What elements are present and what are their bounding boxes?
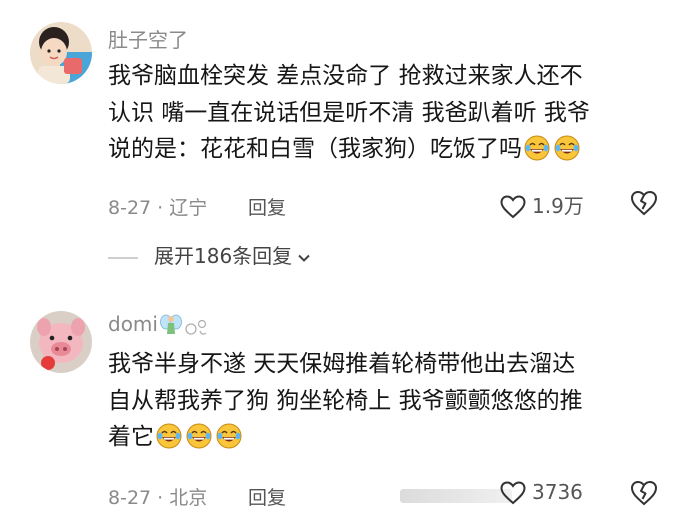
- dislike-button[interactable]: [630, 190, 658, 220]
- comment-text: 我爷脑血栓突发 差点没命了 抢救过来家人还不 认识 嘴一直在说话但是听不清 我爸…: [108, 58, 668, 168]
- divider: [108, 256, 138, 259]
- dislike-button[interactable]: [630, 480, 658, 510]
- comment-line: 认识 嘴一直在说话但是听不清 我爸趴着听 我爷: [108, 99, 590, 126]
- comment-location: 北京: [169, 487, 208, 509]
- username-text: domi: [108, 312, 158, 336]
- comment-list: 肚子空了 我爷脑血栓突发 差点没命了 抢救过来家人还不 认识 嘴一直在说话但是听…: [0, 0, 690, 519]
- comment-line: 说的是：花花和白雪（我家狗）吃饭了吗: [108, 131, 668, 168]
- broken-heart-icon: [630, 190, 658, 216]
- like-count: 1.9万: [532, 194, 584, 218]
- fairy-icon: [160, 314, 207, 335]
- laughing-tears-emoji: [524, 135, 550, 161]
- reply-button[interactable]: 回复: [248, 483, 286, 510]
- comment-line: 我爷脑血栓突发 差点没命了 抢救过来家人还不: [108, 63, 583, 89]
- comment-meta: 8-27 · 辽宁 回复: [108, 193, 286, 220]
- comment-line: 自从帮我养了狗 狗坐轮椅上 我爷颤颤悠悠的推: [108, 387, 583, 414]
- heart-icon: [500, 195, 526, 219]
- comment-line-text: 说的是：花花和白雪（我家狗）吃饭了吗: [108, 136, 522, 162]
- avatar[interactable]: [30, 311, 92, 373]
- comment-date: 8-27: [108, 197, 152, 219]
- laughing-tears-emoji: [554, 135, 580, 161]
- avatar-girl: [30, 22, 92, 84]
- comment-item: 肚子空了 我爷脑血栓突发 差点没命了 抢救过来家人还不 认识 嘴一直在说话但是听…: [0, 0, 690, 290]
- broken-heart-icon: [630, 480, 658, 506]
- chevron-down-icon: [298, 254, 310, 262]
- comment-date: 8-27: [108, 487, 152, 509]
- reply-button[interactable]: 回复: [248, 193, 286, 220]
- expand-replies-label: 展开186条回复: [154, 244, 293, 268]
- watermark: [400, 489, 512, 503]
- heart-icon: [500, 481, 526, 505]
- username[interactable]: 肚子空了: [108, 24, 188, 53]
- like-count: 3736: [532, 480, 583, 504]
- laughing-tears-emoji: [156, 423, 182, 449]
- comment-line: 我爷半身不遂 天天保姆推着轮椅带他出去溜达: [108, 351, 576, 377]
- avatar-pig: [30, 311, 92, 373]
- expand-replies-button[interactable]: 展开186条回复: [108, 240, 312, 269]
- comment-text: 我爷半身不遂 天天保姆推着轮椅带他出去溜达 自从帮我养了狗 狗坐轮椅上 我爷颤颤…: [108, 346, 668, 456]
- comment-meta: 8-27 · 北京 回复: [108, 483, 512, 510]
- laughing-tears-emoji: [186, 423, 212, 449]
- laughing-tears-emoji: [216, 423, 242, 449]
- comment-location: 辽宁: [169, 197, 208, 219]
- comment-item: domi 我爷半身不遂 天天保姆推着轮椅带他出去溜达 自从帮我养了狗 狗坐轮椅上…: [0, 300, 690, 519]
- avatar[interactable]: [30, 22, 92, 84]
- comment-line: 着它: [108, 419, 668, 456]
- username[interactable]: domi: [108, 312, 210, 339]
- comment-line-text: 着它: [108, 424, 154, 450]
- like-button[interactable]: 1.9万: [500, 190, 584, 219]
- like-button[interactable]: 3736: [500, 480, 583, 505]
